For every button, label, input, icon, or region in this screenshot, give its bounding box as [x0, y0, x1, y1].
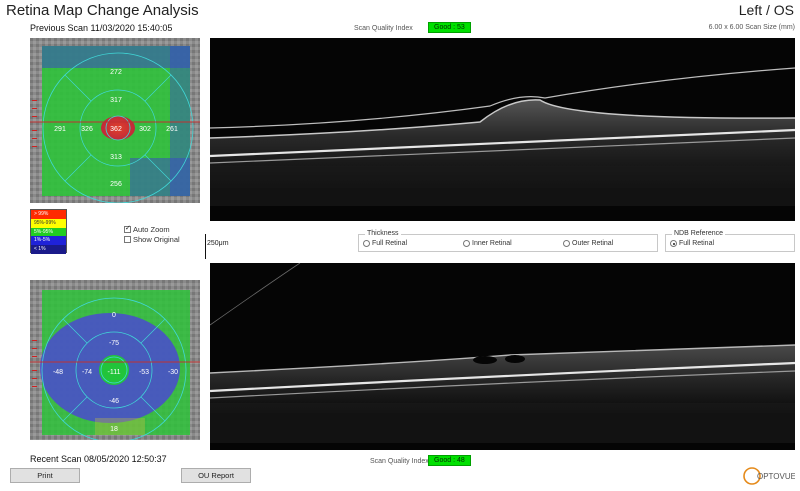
thickness-group-title: Thickness [365, 230, 401, 237]
prev-superior-inner: 317 [110, 97, 122, 104]
prev-superior-outer: 272 [110, 69, 122, 76]
page-title: Retina Map Change Analysis [6, 2, 199, 19]
radio-unselected-icon [463, 240, 470, 247]
recent-thickness-change-map[interactable]: 0 -75 -48 -74 -111 -53 -30 -46 18 [30, 280, 200, 440]
previous-sqi-label: Scan Quality Index [354, 25, 413, 32]
recent-scan-caption: Recent Scan 08/05/2020 12:50:37 [30, 454, 167, 464]
thickness-outer-retinal-label: Outer Retinal [572, 240, 614, 247]
legend-row-5-95: 5%-95% [31, 227, 66, 237]
recent-sqi-label: Scan Quality Index [370, 458, 429, 465]
checkbox-checked-icon [124, 224, 131, 233]
recent-oct-bscan[interactable] [210, 263, 795, 450]
prev-temporal-outer: 291 [54, 126, 66, 133]
legend-row-gt99: > 99% [31, 210, 66, 219]
show-original-checkbox[interactable]: Show Original [124, 235, 180, 244]
recent-nasal-inner: -53 [139, 369, 149, 376]
previous-sqi-badge: Good : 53 [428, 22, 471, 33]
scale-label: 250μm [207, 240, 229, 247]
eye-label: Left / OS [738, 2, 794, 18]
recent-sqi-badge: Good : 48 [428, 455, 471, 466]
thickness-inner-retinal-label: Inner Retinal [472, 240, 512, 247]
recent-superior-inner: -75 [109, 340, 119, 347]
prev-temporal-inner: 326 [81, 126, 93, 133]
thickness-full-retinal-label: Full Retinal [372, 240, 408, 247]
prev-inferior-outer: 256 [110, 181, 122, 188]
thickness-outer-retinal-radio[interactable]: Outer Retinal [563, 240, 613, 247]
recent-nasal-outer: -30 [168, 369, 178, 376]
radio-unselected-icon [563, 240, 570, 247]
prev-nasal-inner: 302 [139, 126, 151, 133]
previous-scan-caption: Previous Scan 11/03/2020 15:40:05 [30, 23, 173, 33]
legend-row-lt1: < 1% [31, 245, 66, 254]
recent-inferior-outer: 18 [110, 426, 118, 433]
recent-superior-outer: 0 [112, 312, 116, 319]
prev-nasal-outer: 261 [166, 126, 178, 133]
show-original-label: Show Original [133, 235, 180, 244]
radio-unselected-icon [363, 240, 370, 247]
recent-center: -111 [108, 369, 121, 376]
prev-inferior-inner: 313 [110, 154, 122, 161]
thickness-inner-retinal-radio[interactable]: Inner Retinal [463, 240, 512, 247]
previous-thickness-map[interactable]: 272 317 291 326 362 302 261 313 256 [30, 38, 200, 203]
previous-oct-bscan[interactable] [210, 38, 795, 221]
scale-bar [205, 234, 206, 259]
ndb-group-title: NDB Reference [672, 230, 726, 237]
prev-center: 362 [110, 126, 122, 133]
scan-size-label: 6.00 x 6.00 Scan Size (mm) [708, 24, 795, 31]
recent-temporal-inner: -74 [82, 369, 92, 376]
radio-selected-icon [670, 240, 677, 247]
legend-row-95-99: 95%-99% [31, 218, 66, 228]
optovue-logo: OPTOVUE [743, 462, 796, 488]
ndb-full-retinal-label: Full Retinal [679, 240, 715, 247]
probability-legend: > 99% 95%-99% 5%-95% 1%-5% < 1% [30, 209, 67, 254]
auto-zoom-checkbox[interactable]: Auto Zoom [124, 224, 170, 234]
auto-zoom-label: Auto Zoom [133, 225, 170, 234]
thickness-group: Thickness Full Retinal Inner Retinal Out… [358, 230, 658, 252]
thickness-full-retinal-radio[interactable]: Full Retinal [363, 240, 407, 247]
ndb-full-retinal-radio[interactable]: Full Retinal [670, 240, 714, 247]
recent-temporal-outer: -48 [53, 369, 63, 376]
ou-report-button[interactable]: OU Report [181, 468, 251, 483]
legend-row-1-5: 1%-5% [31, 236, 66, 246]
checkbox-unchecked-icon [124, 236, 131, 243]
print-button[interactable]: Print [10, 468, 80, 483]
ndb-reference-group: NDB Reference Full Retinal [665, 230, 795, 252]
optovue-logo-text: OPTOVUE [757, 472, 795, 481]
recent-inferior-inner: -46 [109, 398, 119, 405]
